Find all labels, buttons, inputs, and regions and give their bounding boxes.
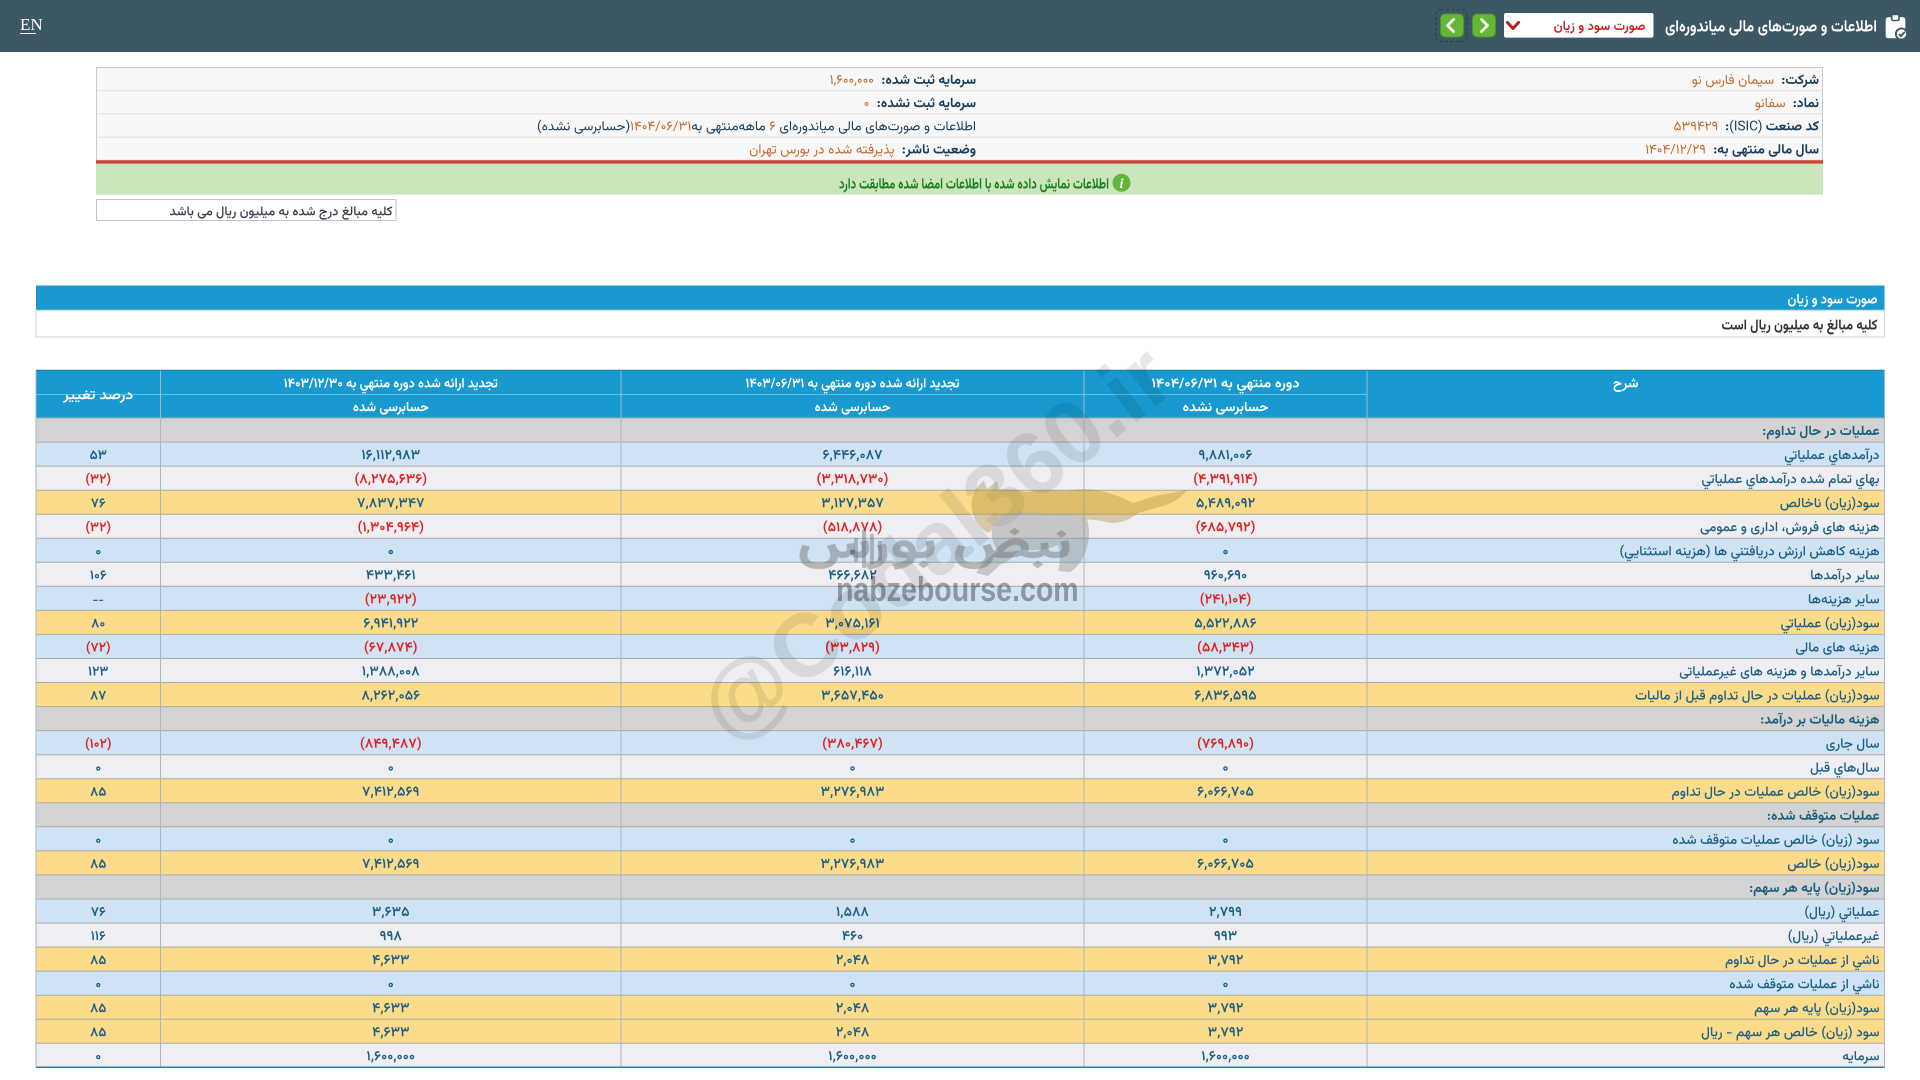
- svg-text:nabzebourse.com: nabzebourse.com: [836, 571, 1079, 609]
- svg-text:i: i: [1120, 177, 1124, 192]
- svg-text:EN: EN: [20, 15, 43, 34]
